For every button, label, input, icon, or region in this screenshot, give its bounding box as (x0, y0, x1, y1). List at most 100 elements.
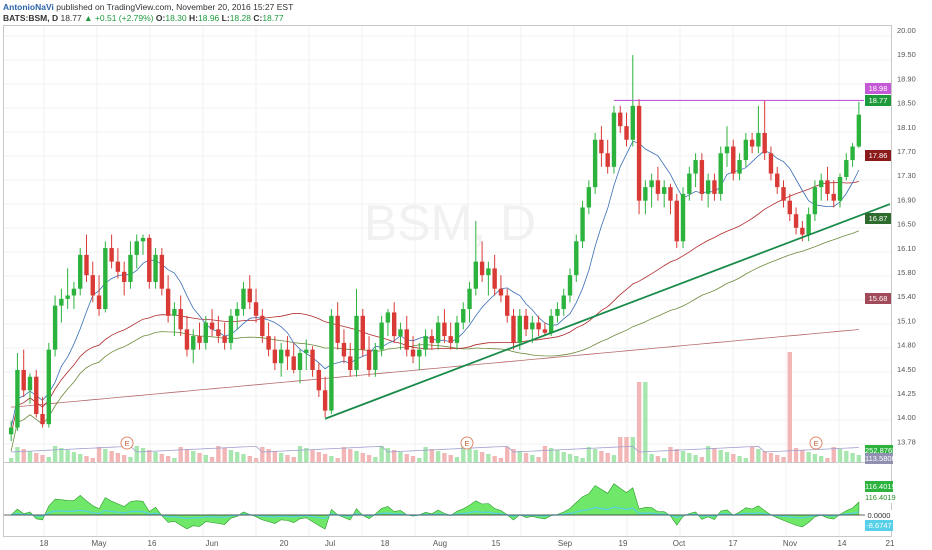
candle-body (712, 180, 717, 194)
price-axis-tick: 15.40 (897, 292, 916, 301)
symbol-watermark: BSM, D (364, 195, 536, 251)
candle-body (159, 254, 165, 289)
volume-bar (731, 454, 736, 462)
volume-bar (417, 458, 422, 462)
price-axis-tick: 19.50 (897, 50, 916, 59)
volume-bar (27, 451, 33, 462)
candle-body (586, 187, 592, 208)
volume-bar (46, 457, 52, 462)
volume-bar (429, 449, 435, 462)
candle-body (52, 305, 58, 350)
volume-bar (454, 457, 460, 462)
volume-bar (749, 447, 755, 462)
volume-bar (442, 453, 447, 462)
volume-bar (65, 450, 70, 462)
candle-body (8, 427, 14, 435)
volume-bar (366, 455, 372, 462)
volume-bar (467, 448, 472, 462)
volume-bar (618, 437, 623, 462)
volume-bar (599, 451, 604, 462)
volume-bar (523, 453, 529, 462)
candle-body (687, 173, 692, 194)
candle-body (373, 349, 378, 370)
candle-body (27, 376, 33, 391)
volume-bar (360, 453, 365, 462)
volume-bar (800, 450, 805, 462)
volume-bar (165, 456, 171, 462)
volume-bar (272, 451, 278, 462)
volume-bar (153, 452, 158, 462)
price-chart[interactable]: BSM, D 20.00 19.50 18.90 18.50 18.10 17.70 17.… (0, 0, 932, 550)
volume-bar (316, 452, 322, 462)
volume-bar (59, 448, 64, 462)
candle-body (787, 200, 792, 215)
candle-body (605, 153, 610, 167)
candle-body (417, 349, 422, 357)
volume-bar (492, 456, 497, 462)
candle-body (636, 105, 642, 201)
volume-bar (680, 451, 686, 462)
volume-bar (228, 450, 234, 462)
date-axis-tick: 18 (381, 539, 390, 548)
candle-body (228, 315, 234, 343)
candle-body (599, 139, 604, 154)
candle-body (316, 369, 322, 391)
volume-bar (278, 453, 284, 462)
volume-bar (712, 448, 717, 462)
candle-body (467, 288, 472, 310)
volume-bar (812, 454, 818, 462)
price-tag: 17.86 (865, 150, 891, 161)
volume-bar (567, 454, 573, 462)
candle-body (511, 315, 516, 343)
volume-bar (850, 453, 855, 462)
candle-body (498, 288, 504, 296)
volume-bar (297, 446, 303, 462)
date-axis-tick: May (91, 539, 106, 548)
candle-body (291, 356, 296, 370)
volume-bar (341, 447, 347, 462)
candle-body (825, 180, 830, 194)
candle-body (442, 322, 447, 337)
candle-body (329, 315, 334, 411)
candle-body (561, 295, 566, 310)
price-tag: 18.77 (865, 95, 891, 106)
candle-body (235, 309, 240, 316)
candle-body (140, 237, 146, 242)
price-axis-tick: 15.80 (897, 268, 916, 277)
candle-body (486, 268, 491, 276)
volume-bar (209, 457, 215, 462)
candle-body (643, 187, 648, 201)
volume-bar (781, 457, 786, 462)
candle-body (304, 349, 309, 354)
volume-bar (743, 458, 749, 462)
volume-bar (674, 449, 679, 462)
volume-bar (856, 455, 862, 462)
volume-bar (542, 446, 548, 462)
volume-bar (348, 449, 353, 462)
candle-body (680, 193, 686, 242)
date-axis-tick: Jun (206, 539, 219, 548)
volume-bar (379, 446, 384, 462)
candle-body (260, 315, 265, 337)
volume-bar (693, 455, 698, 462)
volume-bar (435, 451, 441, 462)
candle-body (40, 413, 45, 425)
candle-body (536, 322, 541, 330)
price-tag: 16.87 (865, 213, 891, 224)
ma-20-line (10, 140, 860, 428)
candle-body (548, 315, 554, 333)
candle-body (812, 187, 818, 215)
date-axis-tick: 21 (886, 539, 895, 548)
candle-body (618, 112, 623, 127)
candle-body (705, 180, 711, 194)
volume-bar (109, 451, 114, 462)
volume-bar (737, 456, 742, 462)
candle-body (756, 132, 761, 147)
candle-body (203, 322, 208, 343)
candle-body (247, 288, 252, 303)
price-axis-tick: 15.10 (897, 316, 916, 325)
volume-bar (266, 449, 271, 462)
volume-bar (831, 447, 836, 462)
candle-body (850, 146, 855, 161)
candle-body (592, 139, 598, 188)
